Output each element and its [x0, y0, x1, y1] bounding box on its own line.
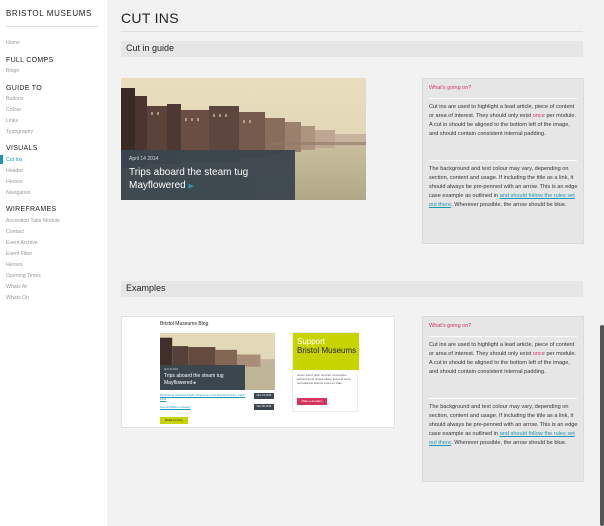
nav-item-whats-on[interactable]: Whats On — [6, 295, 29, 301]
nav-item-heroes[interactable]: Heroes — [6, 179, 23, 185]
nav-item-bingo[interactable]: Bingo — [6, 68, 19, 74]
scrollbar[interactable] — [600, 325, 604, 526]
section-title: Examples — [126, 283, 166, 293]
section-header-guide: Cut in guide — [121, 41, 583, 57]
nav-item-accordion[interactable]: Accordion Tabs Module — [6, 218, 60, 224]
nav-item-typography[interactable]: Typography — [6, 129, 33, 135]
nav-item-header[interactable]: Header — [6, 168, 23, 174]
nav-section-guide-to: GUIDE TO — [6, 85, 42, 92]
nav-section-wireframes: WIREFRAMES — [6, 206, 57, 213]
cut-in-panel[interactable]: April 14 2014 Trips aboard the steam tug… — [121, 150, 295, 200]
divider — [429, 98, 577, 99]
example-cut-in-title[interactable]: Trips aboard the steam tug Mayflowered ▸ — [164, 373, 244, 387]
text: . Wherever possible, the arrow should be… — [451, 202, 567, 208]
text: . Wherever possible, the arrow should be… — [451, 440, 567, 446]
section-title: Cut in guide — [126, 43, 175, 53]
divider — [429, 398, 577, 399]
info-panel-examples: What's going on? Cut ins are used to hig… — [422, 316, 584, 482]
nav-item-whats-at[interactable]: Whats At — [6, 284, 27, 290]
support-card-header: Support Bristol Museums — [293, 333, 359, 370]
info-heading: What's going on? — [429, 323, 472, 329]
nav-item-opening-times[interactable]: Opening Times — [6, 273, 41, 279]
nav-item-event-archive[interactable]: Event Archive — [6, 240, 38, 246]
divider — [6, 26, 98, 27]
nav-item-heroes-wf[interactable]: Heroes — [6, 262, 23, 268]
section-header-examples: Examples — [121, 281, 583, 297]
support-body: Lorem ipsum dolor sit amet, consectetur … — [297, 373, 352, 385]
nav-item-contact[interactable]: Contact — [6, 229, 24, 235]
nav-section-full-comps: FULL COMPS — [6, 57, 54, 64]
nav-item-cut-ins[interactable]: Cut Ins — [6, 157, 22, 163]
example-cut-in[interactable]: April 14 2014 Trips aboard the steam tug… — [160, 365, 245, 390]
info-paragraph-1: Cut ins are used to highlight a lead art… — [429, 103, 579, 139]
arrow-right-icon: ▶ — [188, 183, 194, 190]
nav-item-event-filter[interactable]: Event Filter — [6, 251, 32, 257]
support-card: Support Bristol Museums Lorem ipsum dolo… — [292, 332, 359, 412]
info-panel-guide: What's going on? Cut ins are used to hig… — [422, 78, 584, 244]
example-cut-in-date: April 14 2014 — [164, 368, 179, 371]
example-link-1[interactable]: Recovering Historical Flight: Attraction… — [160, 393, 248, 401]
highlight-text: once — [532, 351, 545, 357]
nav-section-visuals: VISUALS — [6, 145, 38, 152]
nav-item-links[interactable]: Links — [6, 118, 18, 124]
example-link-2[interactable]: Free Exhibition preview? — [160, 405, 248, 410]
nav-item-colour[interactable]: Colour — [6, 107, 21, 113]
main-content: CUT INS Cut in guide April 14 2014 Trips… — [107, 0, 604, 526]
example-blog-title: Bristol Museums Blog — [160, 321, 209, 327]
support-subtitle: Bristol Museums — [297, 346, 357, 355]
highlight-text: once — [532, 113, 545, 119]
info-paragraph-2: The background and text colour may vary,… — [429, 403, 579, 448]
nav-home[interactable]: Home — [6, 40, 20, 46]
info-heading: What's going on? — [429, 85, 472, 91]
divider — [429, 160, 577, 161]
divider — [121, 31, 583, 32]
info-paragraph-2: The background and text colour may vary,… — [429, 165, 579, 210]
nav-item-buttons[interactable]: Buttons — [6, 96, 24, 102]
feature-image: April 14 2014 Trips aboard the steam tug… — [121, 78, 366, 200]
brand-logo[interactable]: BRISTOL MUSEUMS — [6, 9, 92, 18]
cut-in-date: April 14 2014 — [129, 156, 159, 162]
page-title: CUT INS — [121, 10, 179, 26]
divider — [429, 336, 577, 337]
cut-in-title[interactable]: Trips aboard the steam tug Mayflowered ▶ — [129, 166, 289, 193]
nav-item-navigation[interactable]: Navigation — [6, 190, 31, 196]
support-title: Support — [297, 337, 326, 346]
example-mockup: Bristol Museums Blog April 14 2014 Trips… — [121, 316, 395, 428]
example-date-badge-1: Nov 13 2015 — [254, 393, 274, 399]
donate-button[interactable]: Make a donation — [297, 398, 327, 405]
read-blog-button[interactable]: Read our blog — [160, 417, 188, 424]
example-image: April 14 2014 Trips aboard the steam tug… — [160, 333, 275, 390]
info-paragraph-1: Cut ins are used to highlight a lead art… — [429, 341, 579, 377]
active-indicator — [0, 155, 3, 164]
sidebar: BRISTOL MUSEUMS Home FULL COMPS Bingo GU… — [0, 0, 107, 526]
example-date-badge-2: Nov 09 2015 — [254, 404, 274, 410]
